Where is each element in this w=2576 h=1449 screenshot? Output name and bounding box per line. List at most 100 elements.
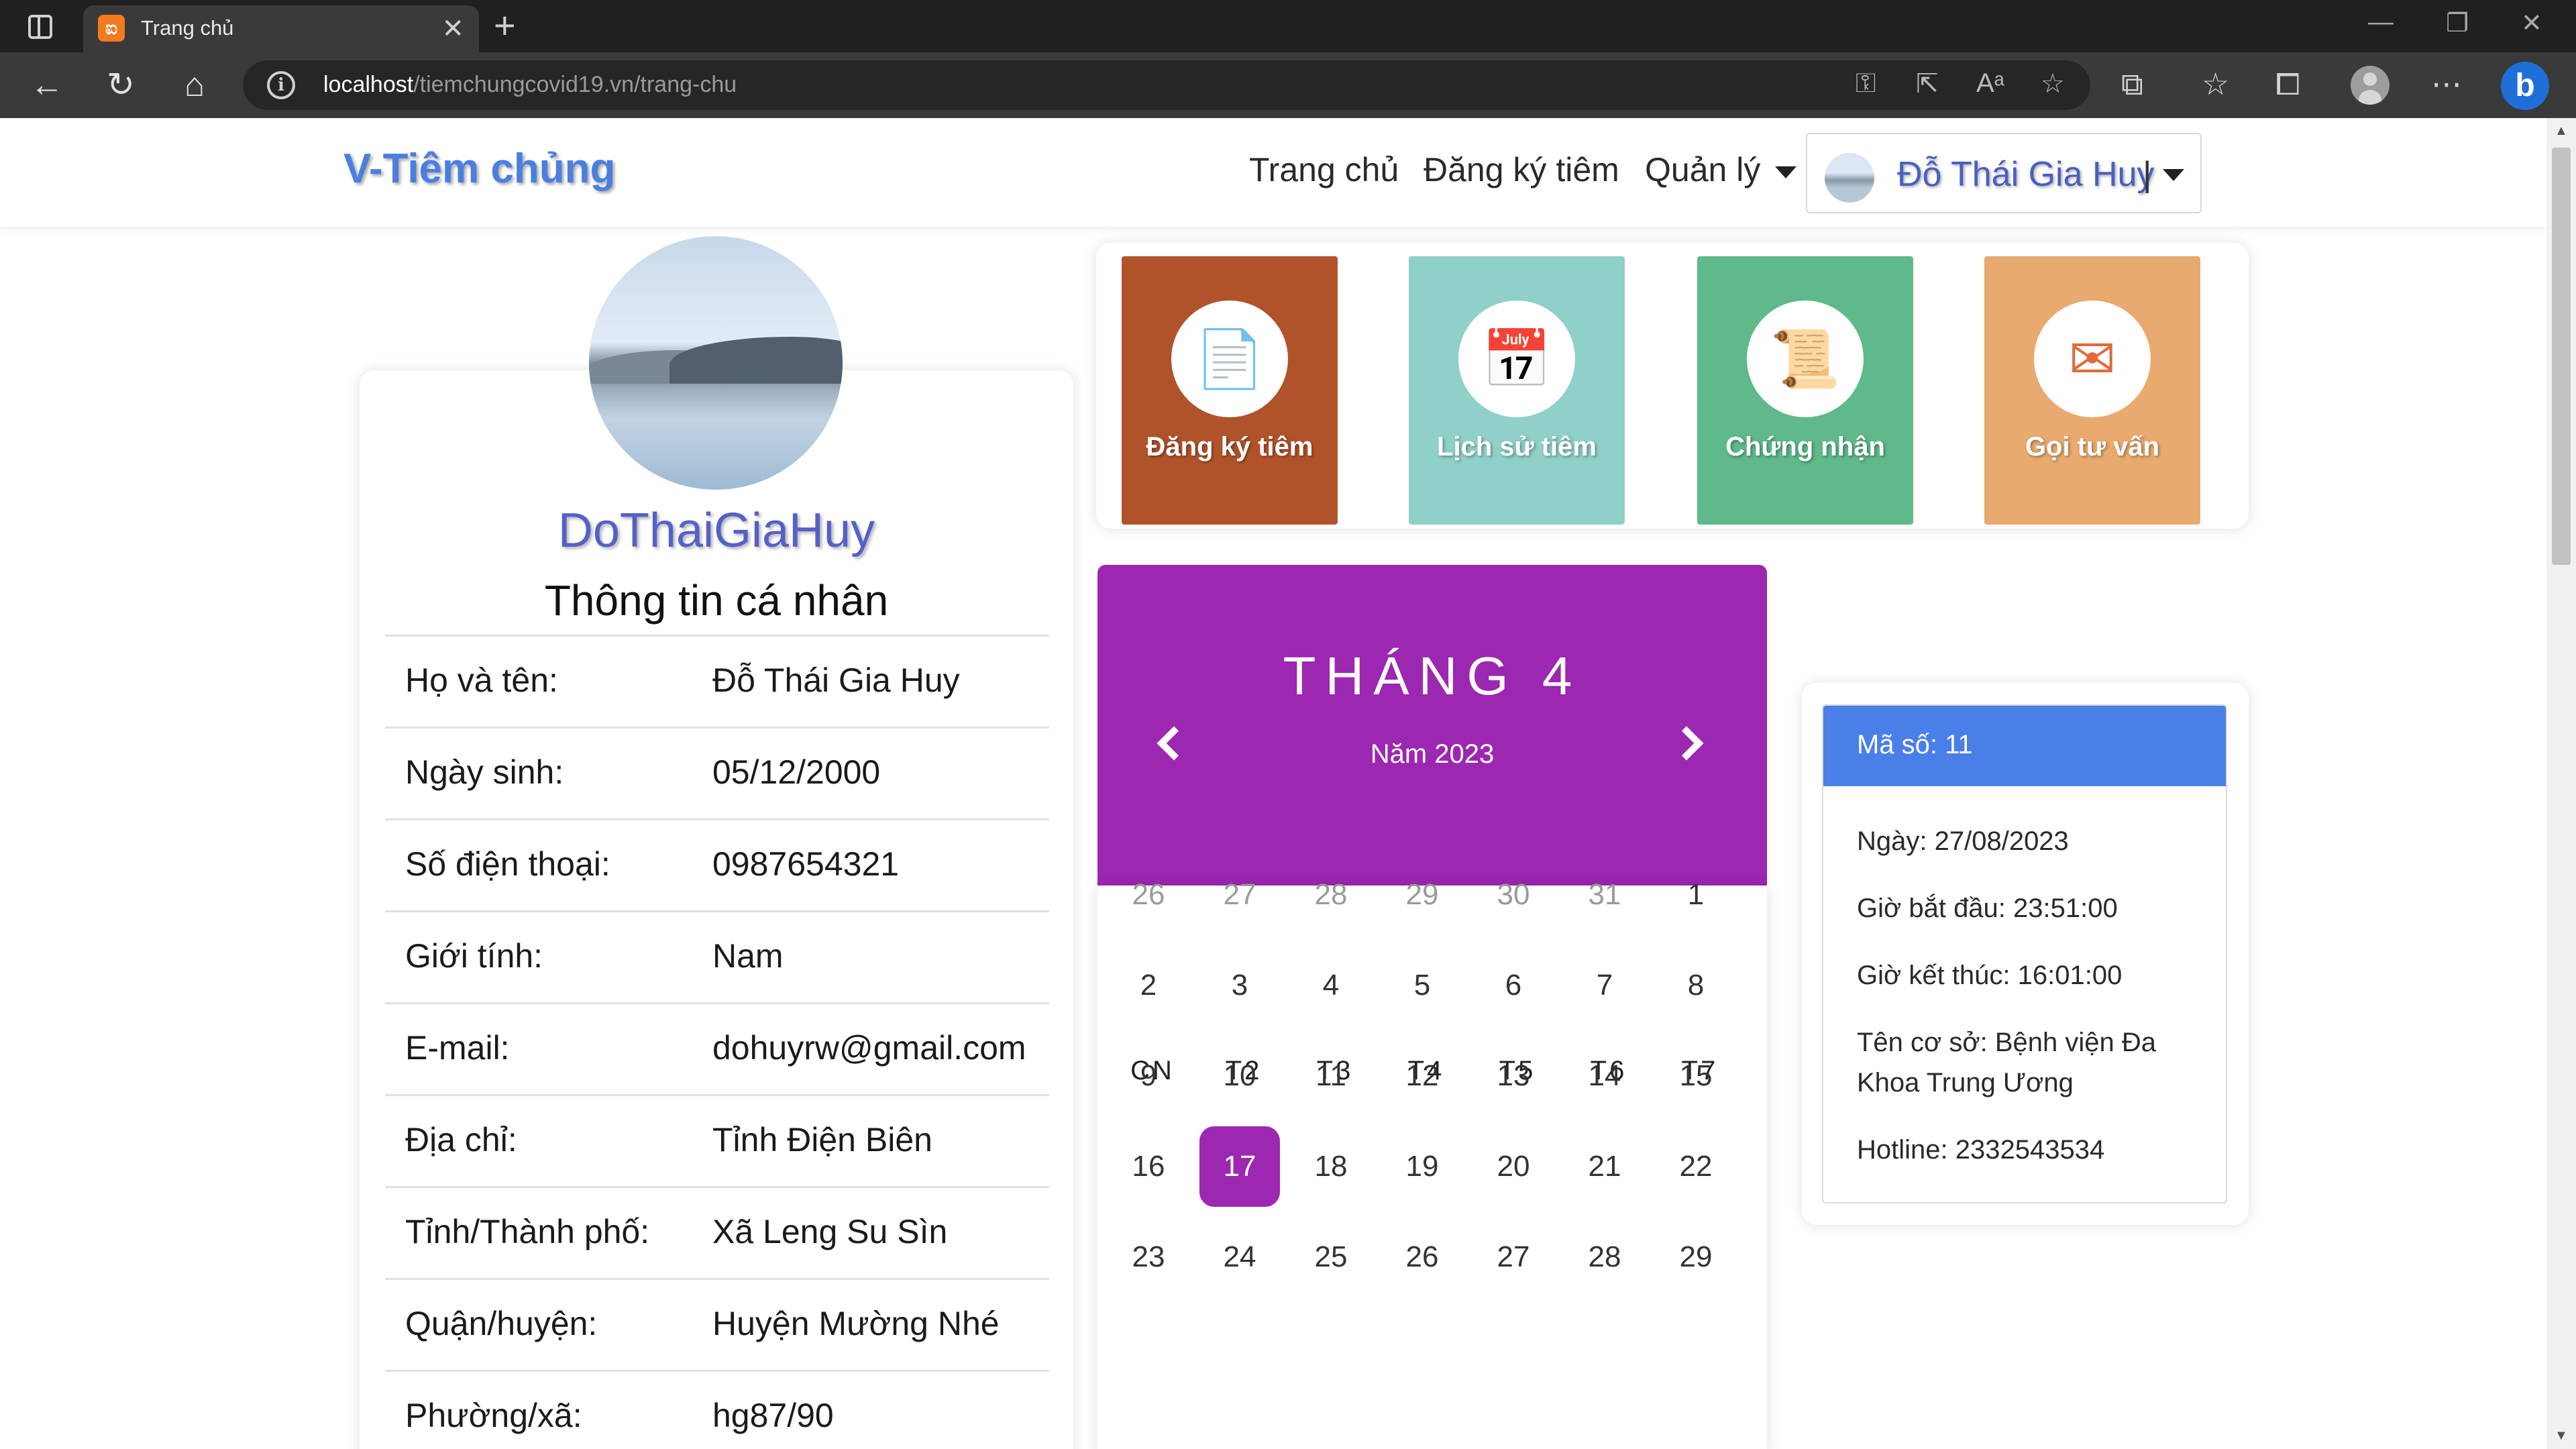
calendar-day[interactable]: 10 [1199,1036,1280,1116]
user-avatar [1825,153,1874,203]
calendar-day[interactable]: 6 [1473,945,1554,1026]
open-in-app-icon[interactable]: ⇱ [1916,68,1939,99]
browser-tab[interactable]: ಐ Trang chủ ✕ [83,5,479,52]
tab-title: Trang chủ [141,16,234,40]
calendar-day[interactable]: 26 [1382,1217,1462,1297]
browser-toolbar: ← ↻ ⌂ i localhost/tiemchungcovid19.vn/tr… [0,52,2576,118]
calendar-day[interactable]: 4 [1291,945,1371,1026]
calendar-day[interactable]: 7 [1564,945,1645,1026]
info-label: E-mail: [405,1029,510,1067]
calendar-day[interactable]: 28 [1564,1217,1645,1297]
calendar-day[interactable]: 25 [1291,1217,1371,1297]
tab-actions-icon[interactable] [28,15,52,39]
read-aloud-icon[interactable]: Aᵃ [1976,68,2004,99]
profile-photo [589,236,843,490]
info-row: Ngày sinh: 05/12/2000 [385,727,1049,818]
calendar-day[interactable]: 31 [1564,855,1645,935]
calendar-day[interactable]: 22 [1656,1126,1736,1207]
user-dropdown[interactable]: Đỗ Thái Gia Huy | [1806,133,2202,213]
menu-home[interactable]: Trang chủ [1249,150,1399,189]
address-url[interactable]: localhost/tiemchungcovid19.vn/trang-chu [323,72,737,98]
calendar-day[interactable]: 28 [1291,855,1371,935]
calendar-day[interactable]: 13 [1473,1036,1554,1116]
appointment-date: Ngày: 27/08/2023 [1857,826,2069,856]
appointment-header: Mã số: 11 [1823,706,2226,786]
calendar-day[interactable]: 5 [1382,945,1462,1026]
mail-glyph: ✉ [2068,327,2116,390]
info-value: Nam [712,937,784,975]
calendar-day[interactable]: 14 [1564,1036,1645,1116]
new-tab-icon[interactable]: + [494,5,516,46]
calendar-day[interactable]: 9 [1108,1036,1189,1116]
back-icon[interactable]: ← [27,64,67,105]
password-key-icon[interactable]: ⚿ [1856,68,1876,99]
menu-manage[interactable]: Quản lý [1645,150,1797,189]
calendar-day[interactable]: 11 [1291,1036,1371,1116]
info-row: Họ và tên: Đỗ Thái Gia Huy [385,635,1049,727]
info-value: Huyện Mường Nhé [712,1305,1000,1342]
refresh-icon[interactable]: ↻ [101,64,141,105]
menu-register-vaccination[interactable]: Đăng ký tiêm [1424,150,1619,189]
action-label: Gọi tư vấn [2025,432,2160,462]
more-menu-icon[interactable]: ⋯ [2431,66,2462,102]
extensions-icon[interactable]: ⧉ [2121,66,2143,103]
document-glyph: 📄 [1194,327,1265,390]
calendar-day[interactable]: 24 [1199,1217,1280,1297]
calendar-day[interactable]: 20 [1473,1126,1554,1207]
calendar-day[interactable]: 16 [1108,1126,1189,1207]
collections-icon[interactable]: ⧠ [2275,66,2300,103]
window-close-icon[interactable]: ✕ [2521,8,2542,38]
page-scrollbar[interactable]: ▲ ▼ [2546,118,2576,1449]
add-favorite-icon[interactable]: ☆ [2041,68,2065,99]
calendar-day[interactable]: 29 [1382,855,1462,935]
info-label: Giới tính: [405,937,543,975]
browser-profile-avatar[interactable] [2351,66,2390,105]
info-label: Số điện thoại: [405,845,610,883]
home-icon[interactable]: ⌂ [174,64,215,105]
scroll-down-icon[interactable]: ▼ [2555,1428,2568,1444]
info-row: E-mail: dohuyrw@gmail.com [385,1002,1049,1094]
scroll-thumb[interactable] [2552,148,2571,565]
calendar-day[interactable]: 3 [1199,945,1280,1026]
action-certificate[interactable]: 📜 Chứng nhận [1697,256,1913,525]
calendar-day[interactable]: 8 [1656,945,1736,1026]
scroll-up-icon[interactable]: ▲ [2555,123,2568,139]
calendar-day[interactable]: 27 [1473,1217,1554,1297]
appointment-start-time: Giờ bắt đầu: 23:51:00 [1857,894,2118,923]
info-label: Quận/huyện: [405,1305,598,1342]
calendar-day[interactable]: 1 [1656,855,1736,935]
calendar-day[interactable]: 18 [1291,1126,1371,1207]
calendar-day-selected[interactable]: 17 [1199,1126,1280,1207]
calendar-day[interactable]: 2 [1108,945,1189,1026]
calendar-day[interactable]: 23 [1108,1217,1189,1297]
info-label: Họ và tên: [405,661,558,699]
restore-icon[interactable]: ❐ [2446,8,2469,38]
site-header: V-Tiêm chủng Trang chủ Đăng ký tiêm Quản… [0,118,2546,227]
calendar-day[interactable]: 19 [1382,1126,1462,1207]
site-info-icon[interactable]: i [267,71,295,99]
calendar-day[interactable]: 27 [1199,855,1280,935]
info-value: Tỉnh Điện Biên [712,1121,932,1159]
calendar-day[interactable]: 30 [1473,855,1554,935]
calendar-day[interactable]: 29 [1656,1217,1736,1297]
info-row: Tỉnh/Thành phố: Xã Leng Su Sìn [385,1186,1049,1278]
calendar-day[interactable]: 21 [1564,1126,1645,1207]
action-register-vaccination[interactable]: 📄 Đăng ký tiêm [1122,256,1338,525]
action-vaccination-history[interactable]: 📅 Lịch sử tiêm [1409,256,1625,525]
info-row: Giới tính: Nam [385,910,1049,1002]
menu-manage-label: Quản lý [1645,151,1761,189]
minimize-icon[interactable]: — [2368,8,2394,37]
site-brand[interactable]: V-Tiêm chủng [343,145,615,193]
info-label: Ngày sinh: [405,753,564,791]
address-bar[interactable]: i localhost/tiemchungcovid19.vn/trang-ch… [243,60,2090,110]
calendar-header: THÁNG 4 Năm 2023 [1097,565,1767,885]
calendar-year: Năm 2023 [1370,739,1495,769]
calendar-day[interactable]: 15 [1656,1036,1736,1116]
action-consultation[interactable]: ✉ Gọi tư vấn [1984,256,2200,525]
calendar-day[interactable]: 12 [1382,1036,1462,1116]
tab-close-icon[interactable]: ✕ [441,13,464,44]
bing-copilot-icon[interactable]: b [2501,62,2549,110]
calendar-day[interactable]: 26 [1108,855,1189,935]
xampp-favicon-icon: ಐ [98,15,125,42]
favorites-icon[interactable]: ☆ [2202,66,2229,102]
